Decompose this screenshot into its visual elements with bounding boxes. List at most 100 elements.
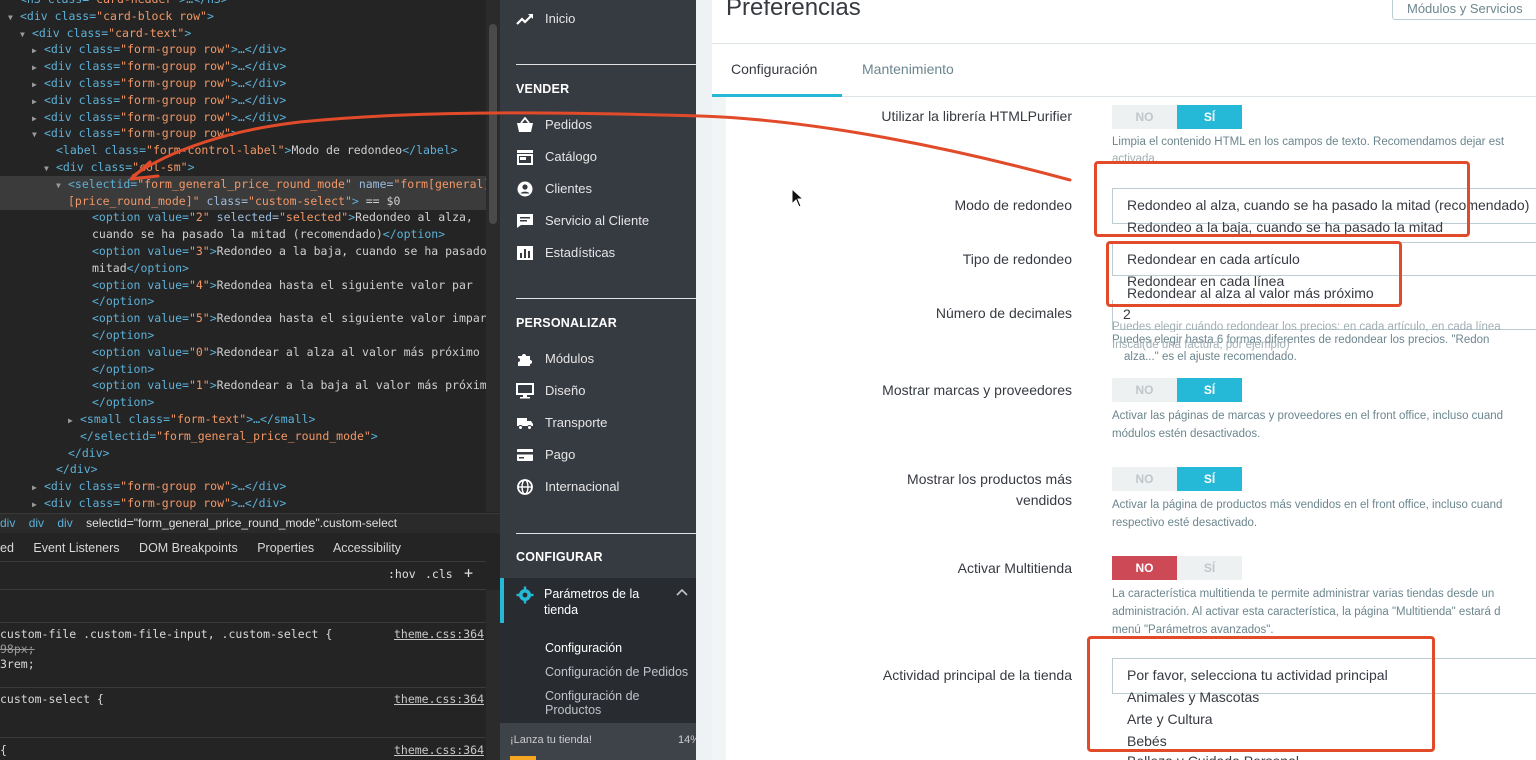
- new-rule-icon[interactable]: +: [464, 564, 473, 582]
- dom-node-line[interactable]: </option>: [0, 394, 486, 411]
- breadcrumb-item-current[interactable]: selectid="form_general_price_round_mode"…: [86, 516, 397, 530]
- expand-right-icon[interactable]: ▶: [32, 496, 44, 512]
- expand-right-icon[interactable]: ▶: [32, 93, 44, 109]
- css-declaration[interactable]: 98px;: [0, 642, 486, 657]
- dom-node-line[interactable]: </div>: [0, 461, 486, 478]
- modules-and-services-button[interactable]: Módulos y Servicios: [1392, 0, 1536, 20]
- dom-node-line[interactable]: <option value="1">Redondear a la baja al…: [0, 377, 486, 394]
- expand-right-icon[interactable]: ▶: [32, 59, 44, 75]
- dom-node-line[interactable]: ▶ <div class="form-group row">…</div>: [0, 41, 486, 58]
- nav-item-pedidos[interactable]: Pedidos: [500, 114, 696, 136]
- tab-event-listeners[interactable]: Event Listeners: [33, 541, 119, 555]
- dom-node-line[interactable]: <label class="form-control-label">Modo d…: [0, 142, 486, 159]
- htmlpurifier-switch[interactable]: NO SÍ: [1112, 105, 1242, 129]
- dom-node-line[interactable]: ▼ <div class="form-group row">: [0, 125, 486, 142]
- dom-tree[interactable]: <h3 class="card-header">…</h3>▼<div clas…: [0, 0, 486, 512]
- css-source-link[interactable]: theme.css:364: [394, 627, 484, 642]
- switch-si[interactable]: SÍ: [1177, 105, 1242, 129]
- breadcrumb-item[interactable]: div: [57, 516, 72, 530]
- help-text: alza..." es el ajuste recomendado.: [1124, 351, 1297, 363]
- css-source-link[interactable]: theme.css:364: [394, 743, 484, 758]
- dom-tree-scrollbar[interactable]: [486, 0, 500, 512]
- expand-down-icon[interactable]: ▼: [56, 177, 68, 193]
- css-source-link[interactable]: theme.css:364: [394, 692, 484, 707]
- switch-si[interactable]: SÍ: [1177, 378, 1242, 402]
- hov-toggle[interactable]: :hov: [388, 567, 416, 581]
- bestsellers-switch[interactable]: NO SÍ: [1112, 467, 1242, 491]
- launch-store-footer[interactable]: ¡Lanza tu tienda! 14%: [500, 723, 700, 760]
- dom-token: [price_round_mode]": [68, 193, 200, 208]
- dom-node-line[interactable]: ▼ <selectid="form_general_price_round_mod…: [0, 175, 486, 193]
- expand-down-icon[interactable]: ▼: [20, 26, 32, 42]
- nav-item-pago[interactable]: Pago: [500, 444, 696, 466]
- main-activity-option[interactable]: Belleza y Cuidado Personal: [1127, 753, 1299, 760]
- tab-mantenimiento[interactable]: Mantenimiento: [862, 61, 954, 77]
- nav-item-diseno[interactable]: Diseño: [500, 380, 696, 402]
- dom-node-line[interactable]: ▶ <div class="form-group row">…</div>: [0, 75, 486, 92]
- nav-item-modulos[interactable]: Módulos: [500, 348, 696, 370]
- dom-node-line[interactable]: [price_round_mode]" class="custom-select…: [0, 192, 486, 210]
- breadcrumb-item[interactable]: div: [0, 516, 15, 530]
- trending-up-icon: [516, 14, 533, 25]
- cls-toggle[interactable]: .cls: [425, 567, 453, 581]
- dom-node-line[interactable]: ▼ <div class="col-sm">: [0, 159, 486, 176]
- expand-down-icon[interactable]: ▼: [32, 126, 44, 142]
- nav-item-servicio-al-cliente[interactable]: Servicio al Cliente: [500, 210, 696, 232]
- dom-node-line[interactable]: <option value="0">Redondear al alza al v…: [0, 344, 486, 361]
- dom-node-line[interactable]: </div>: [0, 445, 486, 462]
- dom-node-line[interactable]: </option>: [0, 293, 486, 310]
- tab-accessibility[interactable]: Accessibility: [333, 541, 401, 555]
- dom-node-line[interactable]: ▶ <div class="form-group row">…</div>: [0, 478, 486, 495]
- dom-node-line[interactable]: mitad</option>: [0, 260, 486, 277]
- expand-right-icon[interactable]: ▶: [32, 479, 44, 495]
- dom-node-line[interactable]: <option value="3">Redondeo a la baja, cu…: [0, 243, 486, 260]
- chevron-up-icon[interactable]: [676, 588, 688, 596]
- expand-down-icon[interactable]: ▼: [8, 9, 20, 25]
- expand-right-icon[interactable]: ▶: [68, 412, 80, 428]
- dom-node-line[interactable]: cuando se ha pasado la mitad (recomendad…: [0, 226, 486, 243]
- expand-down-icon[interactable]: ▼: [44, 160, 56, 176]
- dom-node-line[interactable]: ▶ <div class="form-group row">…</div>: [0, 92, 486, 109]
- dom-node-line[interactable]: <option value="4">Redondea hasta el sigu…: [0, 277, 486, 294]
- dom-node-line[interactable]: </option>: [0, 361, 486, 378]
- tab-properties[interactable]: Properties: [257, 541, 314, 555]
- dom-node-line[interactable]: ▼ <div class="card-text">: [0, 25, 486, 42]
- switch-no[interactable]: NO: [1112, 105, 1177, 129]
- nav-item-estadisticas[interactable]: Estadísticas: [500, 242, 696, 264]
- dom-node-line[interactable]: ▶ <small class="form-text">…</small>: [0, 411, 486, 428]
- dom-node-line[interactable]: <option value="2" selected="selected">Re…: [0, 209, 486, 226]
- dom-node-line[interactable]: </selectid="form_general_price_round_mod…: [0, 428, 486, 445]
- nav-item-clientes[interactable]: Clientes: [500, 178, 696, 200]
- multistore-switch[interactable]: NO SÍ: [1112, 556, 1242, 580]
- nav-item-catalogo[interactable]: Catálogo: [500, 146, 696, 168]
- sub-item-configuracion-de-productos[interactable]: Configuración de Productos: [545, 689, 640, 717]
- styles-scrollbar[interactable]: [486, 590, 500, 760]
- expand-right-icon[interactable]: ▶: [32, 110, 44, 126]
- dom-node-line[interactable]: </option>: [0, 327, 486, 344]
- switch-si[interactable]: SÍ: [1177, 556, 1242, 580]
- css-declaration[interactable]: 3rem;: [0, 657, 486, 672]
- switch-si[interactable]: SÍ: [1177, 467, 1242, 491]
- tab-dom-breakpoints[interactable]: DOM Breakpoints: [139, 541, 238, 555]
- expand-right-icon[interactable]: ▶: [32, 76, 44, 92]
- dom-node-line[interactable]: ▶ <div class="form-group row">…</div>: [0, 495, 486, 512]
- expand-right-icon[interactable]: ▶: [32, 42, 44, 58]
- scroll-thumb[interactable]: [489, 24, 497, 224]
- dom-node-line[interactable]: ▼ <div class="card-block row">: [0, 8, 486, 25]
- nav-item-inicio[interactable]: Inicio: [500, 8, 696, 30]
- tab-configuracion[interactable]: Configuración: [731, 61, 817, 77]
- breadcrumb-item[interactable]: div: [29, 516, 44, 530]
- switch-no[interactable]: NO: [1112, 556, 1177, 580]
- switch-no[interactable]: NO: [1112, 467, 1177, 491]
- tab-computed[interactable]: ed: [0, 541, 14, 555]
- dom-node-line[interactable]: <h3 class="card-header">…</h3>: [0, 0, 486, 8]
- nav-item-internacional[interactable]: Internacional: [500, 476, 696, 498]
- dom-node-line[interactable]: <option value="5">Redondea hasta el sigu…: [0, 310, 486, 327]
- brands-switch[interactable]: NO SÍ: [1112, 378, 1242, 402]
- sub-item-configuracion-de-pedidos[interactable]: Configuración de Pedidos: [545, 665, 688, 679]
- sub-item-configuracion[interactable]: Configuración: [545, 641, 622, 655]
- switch-no[interactable]: NO: [1112, 378, 1177, 402]
- dom-node-line[interactable]: ▶ <div class="form-group row">…</div>: [0, 109, 486, 126]
- nav-item-transporte[interactable]: Transporte: [500, 412, 696, 434]
- dom-node-line[interactable]: ▶ <div class="form-group row">…</div>: [0, 58, 486, 75]
